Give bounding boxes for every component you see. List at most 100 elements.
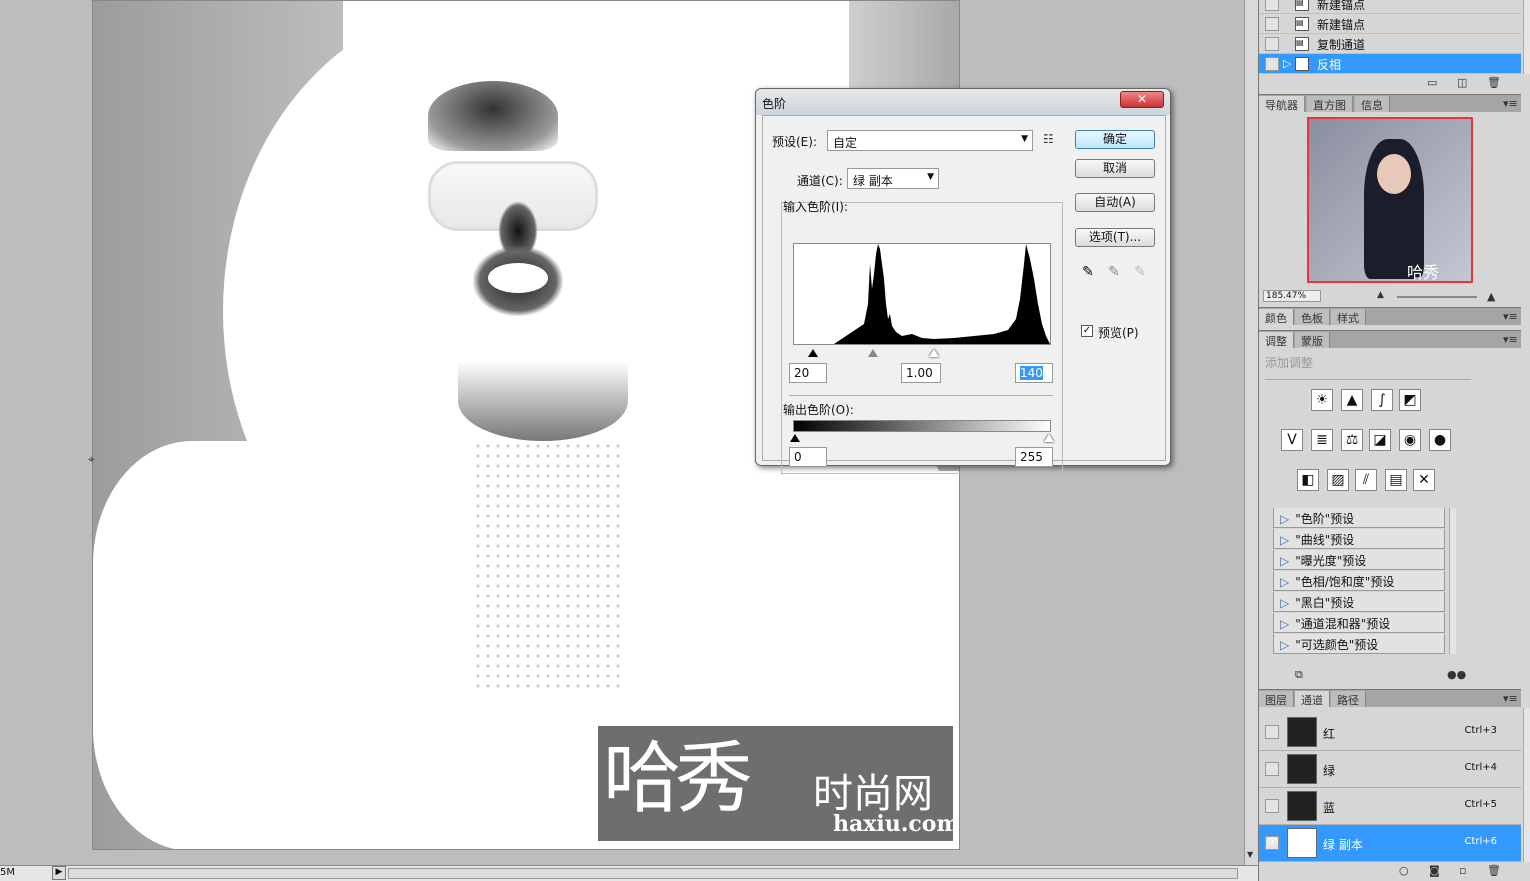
tab-layers[interactable]: 图层 bbox=[1259, 691, 1294, 707]
history-item[interactable]: ▤ 新建锚点 bbox=[1259, 0, 1521, 14]
channel-row-blue[interactable]: 蓝 Ctrl+5 bbox=[1259, 788, 1521, 825]
histogram bbox=[793, 243, 1051, 345]
levels-icon[interactable]: ▲ bbox=[1341, 389, 1363, 411]
presets-scrollbar[interactable] bbox=[1449, 508, 1456, 654]
adjust-options-icon[interactable]: ●● bbox=[1447, 668, 1466, 681]
black-eyedropper-icon[interactable]: ✎ bbox=[1080, 264, 1096, 280]
output-black-field[interactable]: 0 bbox=[789, 447, 827, 467]
output-white-field[interactable]: 255 bbox=[1015, 447, 1053, 467]
history-scrollbar[interactable] bbox=[1523, 0, 1530, 74]
snapshot-toggle[interactable] bbox=[1265, 37, 1279, 51]
navigator-thumbnail[interactable]: 哈秀 bbox=[1307, 117, 1473, 283]
snapshot-toggle[interactable] bbox=[1265, 0, 1279, 11]
preset-selective-color[interactable]: ▷ "可选颜色"预设 bbox=[1273, 634, 1445, 654]
input-white-field[interactable]: 140 bbox=[1015, 363, 1053, 383]
history-item-label: 新建锚点 bbox=[1317, 18, 1366, 32]
posterize-icon[interactable]: ▨ bbox=[1327, 469, 1349, 491]
hue-saturation-icon[interactable]: ≣ bbox=[1311, 429, 1333, 451]
snapshot-toggle[interactable] bbox=[1265, 17, 1279, 31]
status-menu-arrow-icon[interactable]: ▶ bbox=[52, 866, 66, 880]
white-eyedropper-icon[interactable]: ✎ bbox=[1132, 264, 1148, 280]
input-gamma-field[interactable]: 1.00 bbox=[901, 363, 941, 383]
color-balance-icon[interactable]: ⚖ bbox=[1341, 429, 1363, 451]
panel-menu-icon[interactable]: ▾≡ bbox=[1503, 310, 1518, 323]
auto-button[interactable]: 自动(A) bbox=[1075, 193, 1155, 212]
tab-histogram[interactable]: 直方图 bbox=[1307, 96, 1353, 112]
panel-menu-icon[interactable]: ▾≡ bbox=[1503, 97, 1518, 110]
visibility-toggle[interactable] bbox=[1265, 762, 1279, 776]
cancel-button[interactable]: 取消 bbox=[1075, 159, 1155, 178]
navigator-zoom-field[interactable]: 185.47% bbox=[1263, 290, 1321, 302]
save-selection-icon[interactable]: ◙ bbox=[1429, 864, 1440, 877]
preset-curves[interactable]: ▷ "曲线"预设 bbox=[1273, 529, 1445, 549]
workspace-horizontal-scrollbar[interactable] bbox=[68, 868, 1238, 879]
workspace-vertical-scrollbar[interactable]: ▼ bbox=[1244, 0, 1258, 865]
tab-color[interactable]: 颜色 bbox=[1259, 309, 1294, 325]
status-zoom[interactable]: 5M bbox=[0, 867, 48, 878]
channel-row-green-copy[interactable]: 👁 绿 副本 Ctrl+6 bbox=[1259, 825, 1521, 862]
tab-masks[interactable]: 蒙版 bbox=[1295, 332, 1330, 348]
channel-row-green[interactable]: 绿 Ctrl+4 bbox=[1259, 751, 1521, 788]
preset-channel-mixer[interactable]: ▷ "通道混和器"预设 bbox=[1273, 613, 1445, 633]
exposure-icon[interactable]: ◩ bbox=[1399, 389, 1421, 411]
new-channel-icon[interactable]: ▫ bbox=[1459, 864, 1466, 877]
eye-icon[interactable]: 👁 bbox=[1265, 836, 1279, 850]
tab-swatches[interactable]: 色板 bbox=[1295, 309, 1330, 325]
threshold-icon[interactable]: ⫽ bbox=[1355, 469, 1377, 491]
gradient-map-icon[interactable]: ▤ bbox=[1385, 469, 1407, 491]
tab-navigator[interactable]: 导航器 bbox=[1259, 96, 1305, 112]
load-selection-icon[interactable]: ○ bbox=[1399, 864, 1409, 877]
selective-color-icon[interactable]: ✕ bbox=[1413, 469, 1435, 491]
visibility-toggle[interactable] bbox=[1265, 799, 1279, 813]
output-black-slider[interactable] bbox=[790, 434, 800, 442]
tab-styles[interactable]: 样式 bbox=[1331, 309, 1366, 325]
black-white-icon[interactable]: ◪ bbox=[1369, 429, 1391, 451]
panel-menu-icon[interactable]: ▾≡ bbox=[1503, 692, 1518, 705]
preset-select[interactable]: 自定 ▼ bbox=[827, 130, 1033, 151]
input-black-slider[interactable] bbox=[808, 349, 818, 357]
preview-checkbox[interactable]: ✓ bbox=[1081, 325, 1093, 337]
channels-scrollbar[interactable] bbox=[1523, 708, 1530, 862]
snapshot-toggle[interactable] bbox=[1265, 57, 1279, 71]
zoom-in-icon[interactable]: ▲ bbox=[1487, 290, 1495, 303]
preset-exposure[interactable]: ▷ "曝光度"预设 bbox=[1273, 550, 1445, 570]
clip-to-layer-icon[interactable]: ⧉ bbox=[1295, 668, 1303, 682]
history-item[interactable]: ▤ 复制通道 bbox=[1259, 34, 1521, 54]
tab-adjustments[interactable]: 调整 bbox=[1259, 332, 1294, 348]
preset-black-white[interactable]: ▷ "黑白"预设 bbox=[1273, 592, 1445, 612]
input-gamma-slider[interactable] bbox=[868, 349, 878, 357]
input-black-field[interactable]: 20 bbox=[789, 363, 827, 383]
curves-icon[interactable]: ∫ bbox=[1371, 389, 1393, 411]
channel-row-red[interactable]: 红 Ctrl+3 bbox=[1259, 714, 1521, 751]
options-button[interactable]: 选项(T)... bbox=[1075, 228, 1155, 247]
channel-select[interactable]: 绿 副本 ▼ bbox=[847, 168, 939, 189]
tab-paths[interactable]: 路径 bbox=[1331, 691, 1366, 707]
channel-mixer-icon[interactable]: ● bbox=[1429, 429, 1451, 451]
preset-options-icon[interactable]: ☷ bbox=[1043, 132, 1054, 146]
gray-eyedropper-icon[interactable]: ✎ bbox=[1106, 264, 1122, 280]
history-item[interactable]: ▤ 新建锚点 bbox=[1259, 14, 1521, 34]
visibility-toggle[interactable] bbox=[1265, 725, 1279, 739]
panel-menu-icon[interactable]: ▾≡ bbox=[1503, 333, 1518, 346]
history-item-active[interactable]: ▷ ▤ 反相 bbox=[1259, 54, 1521, 74]
close-icon[interactable]: ✕ bbox=[1120, 91, 1164, 108]
output-white-slider[interactable] bbox=[1044, 434, 1054, 442]
navigator-zoom-slider[interactable] bbox=[1397, 296, 1477, 298]
ok-button[interactable]: 确定 bbox=[1075, 130, 1155, 149]
vibrance-icon[interactable]: V bbox=[1281, 429, 1303, 451]
zoom-out-icon[interactable]: ▲ bbox=[1377, 290, 1384, 300]
dialog-titlebar[interactable]: 色阶 ✕ bbox=[756, 89, 1170, 115]
invert-icon[interactable]: ◧ bbox=[1297, 469, 1319, 491]
trash-icon[interactable]: 🗑 bbox=[1487, 76, 1501, 89]
scroll-down-icon[interactable]: ▼ bbox=[1247, 850, 1253, 859]
brightness-icon[interactable]: ☀ bbox=[1311, 389, 1333, 411]
input-white-slider[interactable] bbox=[929, 349, 939, 357]
preset-hue-saturation[interactable]: ▷ "色相/饱和度"预设 bbox=[1273, 571, 1445, 591]
tab-channels[interactable]: 通道 bbox=[1295, 691, 1330, 707]
preset-levels[interactable]: ▷ "色阶"预设 bbox=[1273, 508, 1445, 528]
snapshot-icon[interactable]: ◫ bbox=[1457, 76, 1467, 89]
trash-icon[interactable]: 🗑 bbox=[1487, 864, 1501, 877]
tab-info[interactable]: 信息 bbox=[1355, 96, 1390, 112]
new-document-icon[interactable]: ▭ bbox=[1427, 76, 1437, 89]
photo-filter-icon[interactable]: ◉ bbox=[1399, 429, 1421, 451]
